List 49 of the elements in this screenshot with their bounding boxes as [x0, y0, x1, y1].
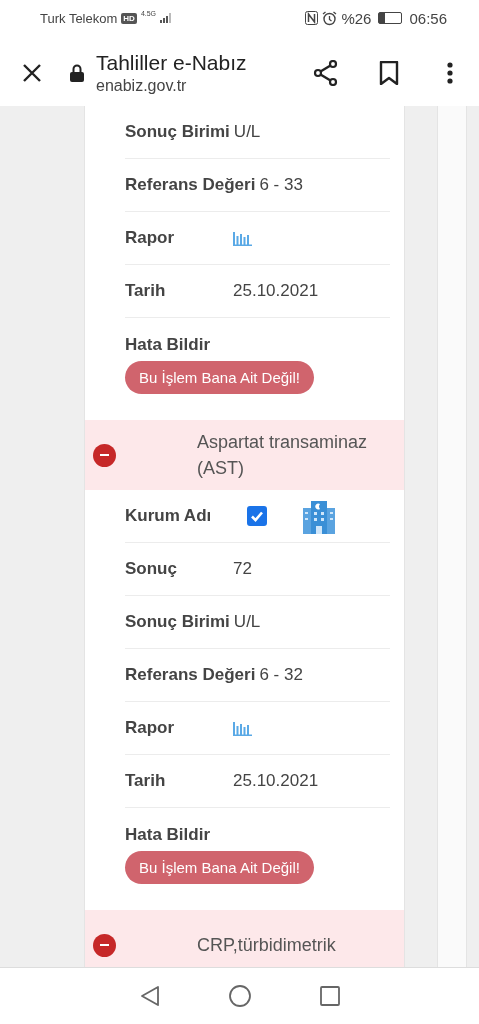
field-label: Hata Bildir — [125, 824, 212, 845]
checkbox[interactable] — [247, 506, 267, 526]
hospital-icon[interactable] — [301, 498, 337, 534]
collapse-icon[interactable] — [93, 933, 116, 957]
test-header[interactable]: CRP,türbidimetrik — [85, 910, 404, 967]
test-header[interactable]: Aspartat transaminaz (AST) — [85, 420, 404, 490]
field-label: Sonuç Birimi — [125, 122, 230, 142]
battery-percent: %26 — [341, 9, 372, 27]
page-title: Tahliller e-Nabız — [96, 50, 248, 75]
bar-chart-icon[interactable] — [233, 720, 253, 736]
field-label: Tarih — [125, 771, 167, 791]
back-icon[interactable] — [138, 985, 161, 1007]
signal-icon — [160, 13, 173, 23]
battery-icon — [378, 12, 403, 24]
alarm-icon — [322, 10, 338, 26]
field-value: 25.10.2021 — [233, 281, 319, 301]
recent-apps-icon[interactable] — [318, 985, 341, 1007]
field-label: Kurum Adı — [125, 506, 213, 526]
field-value: 6 - 33 — [259, 175, 303, 195]
more-icon[interactable] — [447, 61, 453, 84]
field-label: Referans Değeri — [125, 175, 256, 195]
field-value: 72 — [233, 559, 252, 579]
field-value: U/L — [233, 122, 261, 142]
field-value: 25.10.2021 — [233, 771, 319, 791]
field-value: 6 - 32 — [259, 665, 303, 685]
report-error-button[interactable]: Bu İşlem Bana Ait Değil! — [125, 850, 314, 884]
page-url: enabiz.gov.tr — [96, 76, 188, 95]
lock-icon — [70, 63, 84, 82]
nfc-icon — [305, 11, 319, 25]
hd-badge: HD — [121, 12, 137, 24]
collapse-icon[interactable] — [93, 443, 116, 467]
share-icon[interactable] — [313, 59, 339, 86]
field-label: Referans Değeri — [125, 665, 256, 685]
field-label: Sonuç Birimi — [125, 612, 230, 632]
bar-chart-icon[interactable] — [233, 230, 253, 246]
home-icon[interactable] — [227, 984, 252, 1008]
field-label: Tarih — [125, 281, 167, 301]
field-value: U/L — [233, 612, 261, 632]
field-label: Sonuç — [125, 559, 178, 579]
field-label: Hata Bildir — [125, 334, 212, 355]
test-name: Aspartat transaminaz (AST) — [197, 431, 369, 480]
bookmark-icon[interactable] — [379, 60, 399, 85]
test-name: CRP,türbidimetrik — [197, 934, 337, 957]
clock: 06:56 — [409, 9, 447, 27]
field-label: Rapor — [125, 718, 176, 738]
close-icon[interactable] — [22, 62, 42, 83]
report-error-button[interactable]: Bu İşlem Bana Ait Değil! — [125, 360, 314, 394]
field-label: Rapor — [125, 228, 176, 248]
carrier-name: Turk Telekom — [40, 10, 118, 26]
